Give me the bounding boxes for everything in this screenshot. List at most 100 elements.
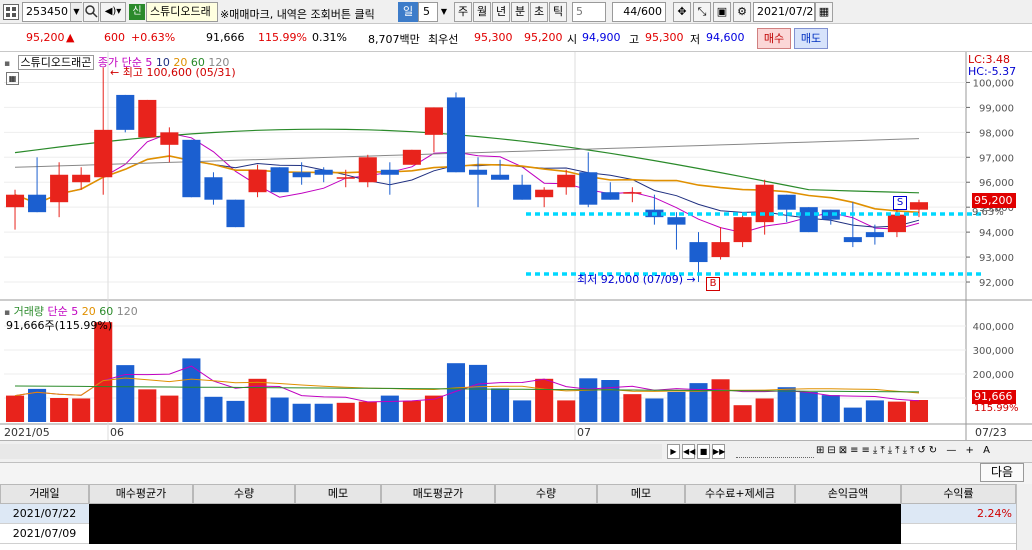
volume-bar bbox=[402, 400, 421, 422]
period-num-select[interactable]: 5 bbox=[418, 2, 438, 22]
candle-body bbox=[182, 139, 201, 198]
candle-body bbox=[513, 184, 532, 200]
open-price: 94,900 bbox=[582, 31, 621, 44]
period-year-button[interactable]: 년 bbox=[492, 2, 510, 22]
candle-body bbox=[424, 107, 443, 135]
volume-bar bbox=[667, 392, 686, 422]
buy-signal-marker: B bbox=[706, 277, 720, 291]
tick-value-select[interactable]: 5 bbox=[572, 2, 606, 22]
grid-scrollbar[interactable] bbox=[1016, 484, 1032, 550]
volume-bar bbox=[204, 396, 223, 422]
volume-bar bbox=[601, 380, 620, 422]
header-sell-memo: 메모 bbox=[597, 484, 685, 504]
volume-bar bbox=[292, 403, 311, 422]
panel-close-icon[interactable]: ▪ bbox=[4, 59, 14, 69]
next-button[interactable]: 다음 bbox=[980, 463, 1024, 482]
data-count-field[interactable]: 44/600 bbox=[612, 2, 666, 22]
search-icon[interactable] bbox=[83, 2, 99, 22]
candle-body bbox=[336, 177, 355, 179]
up-arrow-icon: ▲ bbox=[66, 31, 75, 44]
period-month-button[interactable]: 월 bbox=[473, 2, 491, 22]
volume-bar bbox=[248, 378, 267, 422]
price-tick-label: 93,000 bbox=[979, 253, 1014, 264]
candle-body bbox=[579, 172, 598, 205]
x-label-june: 06 bbox=[110, 426, 124, 439]
settings-icon[interactable]: ⚙ bbox=[733, 2, 751, 22]
tool-icons[interactable]: ⊞⊟⊠≡≡⤓⤒⤓⤒⤓⤒↺↻ — + A bbox=[816, 445, 993, 456]
price-tick-label: 94,000 bbox=[979, 228, 1014, 239]
sell-button[interactable]: 매도 bbox=[794, 28, 828, 49]
candle-body bbox=[887, 214, 906, 233]
candle-body bbox=[402, 149, 421, 165]
candle-body bbox=[226, 199, 245, 228]
zoom-slider[interactable] bbox=[736, 445, 814, 458]
volume-bar bbox=[314, 403, 333, 422]
chart-menu-icon[interactable]: ▦ bbox=[6, 72, 19, 85]
volume-bar bbox=[380, 395, 399, 422]
volume-bar bbox=[50, 398, 69, 422]
volume-bar bbox=[72, 398, 91, 422]
volume-bar bbox=[270, 397, 289, 422]
low-label: 저 bbox=[690, 33, 701, 46]
header-sell-avg: 매도평균가 bbox=[381, 484, 495, 504]
period-day-button[interactable]: 일 bbox=[398, 2, 418, 22]
volume-bar bbox=[799, 392, 818, 422]
scroll-track[interactable] bbox=[0, 444, 662, 459]
price-tick-label: 99,000 bbox=[979, 103, 1014, 114]
dropdown-arrow-icon[interactable]: ▼ bbox=[70, 3, 82, 21]
candle-body bbox=[667, 217, 686, 225]
ma60-line bbox=[14, 128, 920, 194]
nav-stop-button[interactable]: ■ bbox=[697, 444, 710, 459]
save-icon[interactable]: ▣ bbox=[713, 2, 731, 22]
period-minute-button[interactable]: 분 bbox=[511, 2, 529, 22]
volume-bar bbox=[733, 405, 752, 422]
crosshair-icon[interactable]: ⤡ bbox=[693, 2, 711, 22]
return-cell bbox=[901, 524, 1016, 544]
chart-tool-icon[interactable]: ✥ bbox=[673, 2, 691, 22]
quote-bar: 95,200 ▲ 600 +0.63% 91,666 115.99% 0.31%… bbox=[0, 25, 1032, 52]
candle-body bbox=[711, 242, 730, 258]
volume-bar bbox=[160, 395, 179, 422]
open-label: 시 bbox=[567, 33, 578, 46]
chart-area[interactable]: 100,000 99,000 98,000 97,000 96,000 95,000 94,… bbox=[0, 52, 1032, 458]
candle-body bbox=[623, 192, 642, 194]
volume-bar bbox=[623, 394, 642, 422]
price-tick-label: 96,000 bbox=[979, 178, 1014, 189]
header-pnl: 손익금액 bbox=[795, 484, 901, 504]
period-week-button[interactable]: 주 bbox=[454, 2, 472, 22]
grid-icon[interactable] bbox=[3, 4, 19, 20]
buy-button[interactable]: 매수 bbox=[757, 28, 791, 49]
candle-body bbox=[94, 129, 113, 178]
candle-body bbox=[292, 172, 311, 178]
high-annotation: ← 최고 100,600 (05/31) bbox=[110, 66, 236, 79]
nav-forward-button[interactable]: ▶▶ bbox=[712, 444, 725, 459]
nav-rewind-button[interactable]: ◀◀ bbox=[682, 444, 695, 459]
volume-bar bbox=[711, 379, 730, 422]
period-tick-button[interactable]: 틱 bbox=[549, 2, 567, 22]
sell-signal-marker: S bbox=[893, 196, 907, 210]
ma120-line bbox=[14, 138, 920, 168]
sound-icon[interactable]: ◀)▾ bbox=[100, 2, 126, 22]
period-dropdown-icon[interactable]: ▼ bbox=[438, 3, 450, 21]
calendar-icon[interactable]: ▦ bbox=[815, 2, 833, 22]
nav-prev-button[interactable]: ▶ bbox=[667, 444, 680, 459]
date-field[interactable]: 2021/07/23 bbox=[753, 2, 815, 22]
chart-canvas[interactable]: 100,00099,00098,00097,00096,00095,00094,… bbox=[0, 52, 1032, 440]
volume-bar bbox=[909, 400, 929, 422]
candle-body bbox=[557, 174, 576, 188]
period-second-button[interactable]: 초 bbox=[530, 2, 548, 22]
volume-bar bbox=[336, 402, 355, 422]
header-buy-avg: 매수평균가 bbox=[89, 484, 193, 504]
table-row-date[interactable]: 2021/07/22 bbox=[0, 504, 89, 524]
price-change-pct: +0.63% bbox=[131, 31, 176, 44]
volume-bar bbox=[491, 388, 510, 422]
candle-body bbox=[689, 242, 708, 263]
x-label-end: 07/23 bbox=[975, 426, 1007, 439]
volume-bar bbox=[645, 398, 664, 422]
header-return: 수익률 bbox=[901, 484, 1016, 504]
candle-body bbox=[909, 202, 929, 210]
candle-body bbox=[270, 167, 289, 193]
volume-info: 91,666주(115.99%) bbox=[6, 319, 113, 332]
header-buy-qty: 수량 bbox=[193, 484, 295, 504]
table-row-date[interactable]: 2021/07/09 bbox=[0, 524, 89, 544]
